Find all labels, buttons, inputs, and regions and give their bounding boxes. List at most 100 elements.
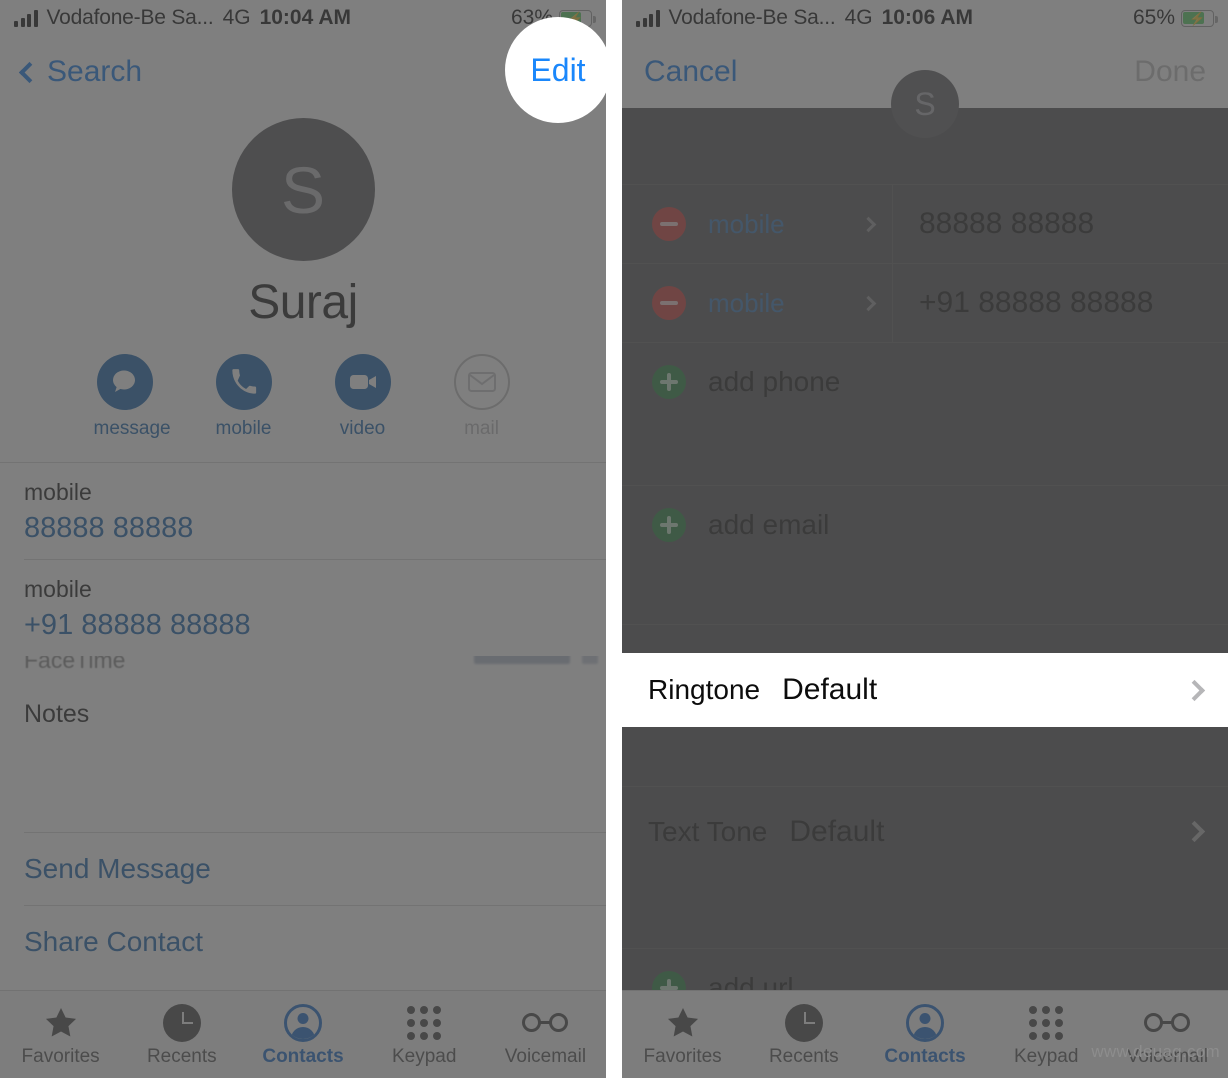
status-right-group: 65% ⚡ xyxy=(1132,6,1218,30)
status-left-group: Vodafone-Be Sa... 4G 10:06 AM xyxy=(636,6,973,30)
text-tone-row[interactable]: Text Tone Default xyxy=(622,786,1228,876)
phone-label-2-button[interactable]: mobile xyxy=(708,264,893,342)
action-mail-label: mail xyxy=(464,418,499,439)
envelope-icon xyxy=(453,354,510,410)
facetime-icons xyxy=(474,656,570,664)
delete-phone-1-button[interactable] xyxy=(652,207,686,241)
chevron-left-icon xyxy=(18,61,41,83)
battery-icon: ⚡ xyxy=(1181,9,1218,27)
tab-recents[interactable]: Recents xyxy=(121,1002,242,1068)
phone-row-1[interactable]: mobile 88888 88888 xyxy=(622,184,1228,263)
action-message[interactable]: message xyxy=(93,354,171,440)
status-left-group: Vodafone-Be Sa... 4G 10:04 AM xyxy=(14,6,351,30)
charging-bolt-icon: ⚡ xyxy=(1189,10,1206,26)
action-mobile[interactable]: mobile xyxy=(213,354,275,440)
action-video[interactable]: video xyxy=(332,354,394,440)
avatar-initial: S xyxy=(914,85,936,122)
tab-keypad[interactable]: Keypad xyxy=(986,1002,1107,1068)
edit-contact-list: mobile 88888 88888 mobile +91 88888 8888… xyxy=(622,108,1228,1027)
spacer-after-email xyxy=(622,564,1228,624)
battery-percent: 65% xyxy=(1132,6,1175,29)
edit-button-highlight-label: Edit xyxy=(530,51,586,88)
add-phone-label: add phone xyxy=(708,366,841,397)
tab-contacts[interactable]: Contacts xyxy=(864,1002,985,1068)
keypad-icon xyxy=(986,1002,1107,1044)
phone-label-1-button[interactable]: mobile xyxy=(708,185,893,263)
chevron-right-icon xyxy=(860,216,877,232)
right-status-bar: Vodafone-Be Sa... 4G 10:06 AM 65% ⚡ xyxy=(622,0,1228,36)
carrier-name: Vodafone-Be Sa... xyxy=(46,6,214,29)
star-icon xyxy=(622,1002,743,1044)
phone-label-1: mobile xyxy=(708,208,785,239)
tab-favorites[interactable]: Favorites xyxy=(0,1002,121,1068)
action-message-label: message xyxy=(93,418,171,439)
phone-label-2: mobile xyxy=(708,287,785,318)
edit-avatar[interactable]: S xyxy=(891,70,959,138)
contact-field-mobile-2[interactable]: mobile +91 88888 88888 xyxy=(0,560,606,656)
done-button[interactable]: Done xyxy=(1134,55,1206,89)
video-camera-icon xyxy=(334,354,391,410)
action-mobile-label: mobile xyxy=(215,418,272,439)
left-phone-panel: Vodafone-Be Sa... 4G 10:04 AM 63% ⚡ Sear… xyxy=(0,0,606,1078)
contact-field-mobile-1[interactable]: mobile 88888 88888 xyxy=(0,463,606,559)
share-contact-link[interactable]: Share Contact xyxy=(0,906,606,978)
add-phone-row[interactable]: add phone xyxy=(622,342,1228,421)
tab-voicemail[interactable]: Voicemail xyxy=(485,1002,606,1068)
phone-value-1[interactable]: 88888 88888 xyxy=(893,207,1094,241)
field-value[interactable]: +91 88888 88888 xyxy=(24,609,582,642)
add-email-row[interactable]: add email xyxy=(622,485,1228,564)
avatar-initial: S xyxy=(280,152,326,227)
tab-label: Keypad xyxy=(1013,1045,1079,1067)
text-tone-value: Default xyxy=(789,814,885,848)
cancel-button[interactable]: Cancel xyxy=(644,55,737,89)
text-tone-label: Text Tone xyxy=(648,815,768,847)
star-icon xyxy=(0,1002,121,1044)
field-label: mobile xyxy=(24,576,92,602)
voicemail-icon xyxy=(485,1002,606,1044)
facetime-icon-secondary xyxy=(582,656,598,664)
ringtone-highlight-label: Ringtone xyxy=(648,674,761,705)
add-phone-icon xyxy=(652,365,686,399)
notes-section[interactable]: Notes xyxy=(0,682,606,832)
keypad-icon xyxy=(364,1002,485,1044)
left-tab-bar: Favorites Recents Contacts Keypad Voicem… xyxy=(0,990,606,1078)
left-status-bar: Vodafone-Be Sa... 4G 10:04 AM 63% ⚡ xyxy=(0,0,606,36)
field-value[interactable]: 88888 88888 xyxy=(24,512,582,545)
tab-label: Favorites xyxy=(643,1045,722,1067)
tab-label: Keypad xyxy=(391,1045,457,1067)
ringtone-row-highlight[interactable]: Ringtone Default xyxy=(622,653,1228,727)
action-mail: mail xyxy=(451,354,513,440)
contact-avatar[interactable]: S xyxy=(231,118,375,261)
add-email-icon xyxy=(652,508,686,542)
message-bubble-icon xyxy=(96,354,153,410)
tab-label: Contacts xyxy=(884,1045,966,1067)
contact-name: Suraj xyxy=(248,276,358,329)
back-button-label: Search xyxy=(47,55,143,88)
back-to-search-button[interactable]: Search xyxy=(18,55,143,89)
tab-label: Recents xyxy=(768,1045,839,1067)
tab-keypad[interactable]: Keypad xyxy=(364,1002,485,1068)
tab-recents[interactable]: Recents xyxy=(743,1002,864,1068)
notes-label: Notes xyxy=(24,700,90,728)
quick-actions-row: message mobile video mail xyxy=(0,354,606,456)
phone-value-2[interactable]: +91 88888 88888 xyxy=(893,286,1153,320)
person-icon xyxy=(242,1002,363,1044)
tab-favorites[interactable]: Favorites xyxy=(622,1002,743,1068)
send-message-link[interactable]: Send Message xyxy=(0,833,606,905)
delete-phone-2-button[interactable] xyxy=(652,286,686,320)
person-icon xyxy=(864,1002,985,1044)
status-clock: 10:06 AM xyxy=(881,6,974,29)
field-label: mobile xyxy=(24,479,92,505)
tab-label: Favorites xyxy=(21,1045,100,1067)
facetime-label: FaceTime xyxy=(24,656,126,673)
right-tab-bar: Favorites Recents Contacts Keypad Voicem… xyxy=(622,990,1228,1078)
status-clock: 10:04 AM xyxy=(259,6,352,29)
spacer-after-phones xyxy=(622,421,1228,485)
carrier-name: Vodafone-Be Sa... xyxy=(668,6,836,29)
facetime-row-clipped[interactable]: FaceTime xyxy=(0,656,606,682)
tab-contacts[interactable]: Contacts xyxy=(242,1002,363,1068)
phone-row-2[interactable]: mobile +91 88888 88888 xyxy=(622,263,1228,342)
signal-strength-icon xyxy=(14,9,38,27)
edit-button-highlight[interactable]: Edit xyxy=(505,17,606,123)
ringtone-highlight-value: Default xyxy=(782,673,878,706)
